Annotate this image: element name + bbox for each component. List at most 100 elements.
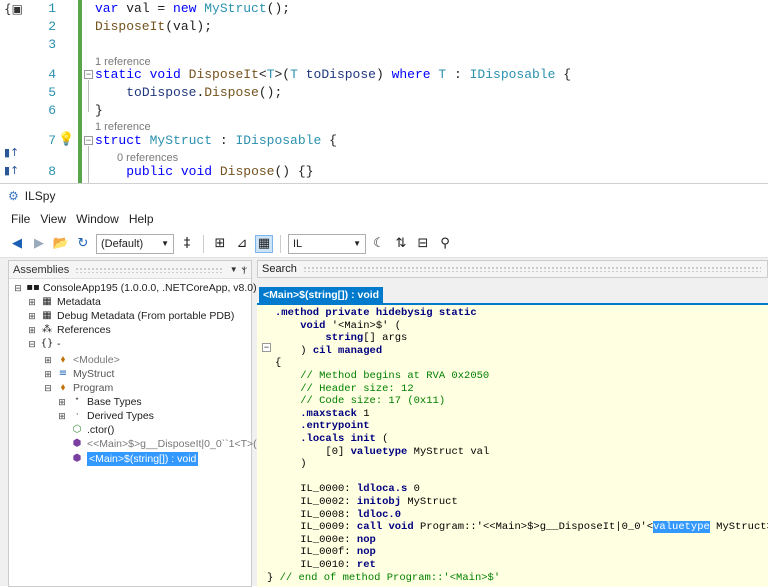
code-text: var val = new MyStruct();: [95, 1, 291, 16]
tree-label: Debug Metadata (From portable PDB): [57, 310, 235, 322]
il-line: {: [275, 357, 282, 370]
tree-node-namespace[interactable]: ⊟{} -: [27, 337, 61, 351]
assemblies-title: Assemblies: [13, 263, 70, 276]
line-number: 3: [48, 37, 56, 52]
code-line: 3: [0, 36, 768, 54]
open-folder-icon[interactable]: 📂: [52, 235, 70, 253]
code-editor[interactable]: {▣ ▮↑ ▮↑ 💡 1 var val = new MyStruct(); 2…: [0, 0, 768, 183]
line-number: 4: [48, 67, 56, 82]
show-public-only-icon[interactable]: ‡: [178, 235, 196, 253]
forward-icon[interactable]: ▶: [30, 235, 48, 253]
code-text: static void DisposeIt<T>(T toDispose) wh…: [95, 67, 572, 82]
manage-lists-icon[interactable]: ⊟: [414, 235, 432, 253]
tree-node-mystruct[interactable]: ⊞ ≡ MyStruct: [43, 367, 114, 381]
tree-label: <Main>$(string[]) : void: [87, 452, 199, 466]
refresh-icon[interactable]: ↻: [74, 235, 92, 253]
tree-node-ctor[interactable]: ⬡ .ctor(): [57, 423, 115, 437]
code-text: }: [95, 103, 103, 118]
code-text: toDispose.Dispose();: [126, 85, 283, 100]
ilspy-window: ⚙ ILSpy File View Window Help ◀ ▶ 📂 ↻ (D…: [0, 183, 768, 587]
il-line: string[] args: [325, 332, 408, 345]
drag-grip[interactable]: [302, 266, 761, 272]
chevron-down-icon[interactable]: ▼: [230, 265, 238, 274]
toolbar-separator: [203, 234, 204, 253]
il-line: // Header size: 12: [275, 382, 414, 395]
tree-label: <Module>: [73, 354, 120, 366]
collapse-toggle[interactable]: −: [262, 343, 271, 352]
il-line-tail: MyStruct>(!!0): [716, 521, 768, 534]
tree-node-module[interactable]: ⊞ ⬧ <Module>: [43, 353, 120, 367]
assemblies-panel: Assemblies ▼ ⲯ ⊟ ▪▪ ConsoleApp195 (1.0.0.0…: [8, 260, 257, 587]
collapse-toggle[interactable]: −: [84, 70, 93, 79]
il-line: .locals init (: [300, 433, 389, 445]
line-number: 8: [48, 164, 56, 179]
il-line: .entrypoint: [300, 420, 370, 433]
il-line: IL_0009: call void Program::'<<Main>$>g_…: [275, 521, 768, 534]
il-code-view[interactable]: − .method private hidebysig static void …: [257, 303, 768, 587]
tree-node-derived-types[interactable]: ⊞ ᐧ Derived Types: [57, 409, 154, 423]
il-line: .method private hidebysig static: [275, 307, 477, 319]
line-number: 6: [48, 103, 56, 118]
toolbar: ◀ ▶ 📂 ↻ (Default) ▼ ‡ ⊞ ⊿ ▦ IL ▼ ☾ ⇅ ⊟ ⚲: [0, 230, 768, 258]
il-line: IL_000f: nop: [275, 546, 376, 559]
tree-label: MyStruct: [73, 368, 115, 380]
line-number: 2: [48, 19, 56, 34]
tree-node-references[interactable]: ⊞ ⁂ References: [27, 323, 111, 337]
menu-view[interactable]: View: [35, 212, 71, 226]
highlighted-word: valuetype: [653, 521, 710, 534]
show-private-icon[interactable]: ⊿: [233, 235, 251, 253]
menu-window[interactable]: Window: [71, 212, 124, 226]
ilspy-logo-icon: ⚙: [8, 189, 19, 203]
sort-icon[interactable]: ⇅: [392, 235, 410, 253]
code-line: 7 struct MyStruct : IDisposable {: [0, 132, 768, 150]
line-number: 7: [48, 133, 56, 148]
tree-node-main[interactable]: ⬢ <Main>$(string[]) : void: [57, 452, 199, 466]
tab-bar: <Main>$(string[]) : void: [257, 285, 768, 303]
tree-label: References: [57, 324, 111, 336]
drag-grip[interactable]: [75, 266, 224, 273]
chevron-down-icon: ▼: [353, 239, 361, 248]
language-version-combo[interactable]: (Default) ▼: [96, 233, 174, 254]
search-title: Search: [262, 263, 297, 275]
line-number: 5: [48, 85, 56, 100]
code-line: 1 var val = new MyStruct();: [0, 0, 768, 18]
hierarchy-icon[interactable]: ⊞: [211, 235, 229, 253]
tree-label: -: [57, 338, 61, 350]
code-line: 2 DisposeIt(val);: [0, 18, 768, 36]
menu-file[interactable]: File: [6, 212, 35, 226]
tree-node-debug-metadata[interactable]: ⊞ ▦ Debug Metadata (From portable PDB): [27, 309, 234, 323]
menu-help[interactable]: Help: [124, 212, 159, 226]
assemblies-header: Assemblies ▼ ⲯ: [9, 261, 251, 279]
pin-icon[interactable]: ⲯ: [242, 264, 247, 275]
code-line: 8 public void Dispose() {}: [0, 163, 768, 181]
line-number: 1: [48, 1, 56, 16]
code-line: 6 }: [0, 102, 768, 120]
language-version-value: (Default): [101, 237, 144, 250]
tab-main-method[interactable]: <Main>$(string[]) : void: [259, 287, 384, 303]
language-combo[interactable]: IL ▼: [288, 233, 366, 254]
il-line: IL_0008: ldloc.0: [275, 508, 402, 521]
tree-node-metadata[interactable]: ⊞ ▦ Metadata: [27, 295, 101, 309]
search-icon[interactable]: ⚲: [436, 235, 454, 253]
tree-label: Base Types: [87, 396, 142, 408]
il-line: ): [275, 458, 307, 471]
tree-label: .ctor(): [87, 424, 115, 436]
back-icon[interactable]: ◀: [8, 235, 26, 253]
code-text: DisposeIt(val);: [95, 19, 213, 34]
il-line: IL_0002: initobj MyStruct: [275, 496, 458, 508]
tree-node-program[interactable]: ⊟ ⬧ Program: [43, 381, 113, 395]
il-line: IL_0000: ldloca.s 0: [275, 483, 420, 496]
tree-node-assembly[interactable]: ⊟ ▪▪ ConsoleApp195 (1.0.0.0, .NETCoreApp, …: [13, 281, 256, 295]
search-panel-header[interactable]: Search: [257, 260, 768, 278]
il-line: .maxstack 1: [300, 407, 370, 420]
collapse-toggle[interactable]: −: [84, 136, 93, 145]
tree-node-base-types[interactable]: ⊞ ᐩ Base Types: [57, 395, 142, 409]
theme-icon[interactable]: ☾: [370, 235, 388, 253]
menu-bar: File View Window Help: [0, 208, 768, 230]
title-bar: ⚙ ILSpy: [0, 184, 768, 208]
toolbar-separator: [280, 234, 281, 253]
tree-label: Program: [73, 382, 114, 394]
tree-node-disposeit[interactable]: ⬢ <<Main>$>g__DisposeIt|0_0``1<T>(: [57, 437, 257, 451]
il-line: void '<Main>$' (: [300, 319, 402, 332]
show-all-icon[interactable]: ▦: [255, 234, 273, 253]
